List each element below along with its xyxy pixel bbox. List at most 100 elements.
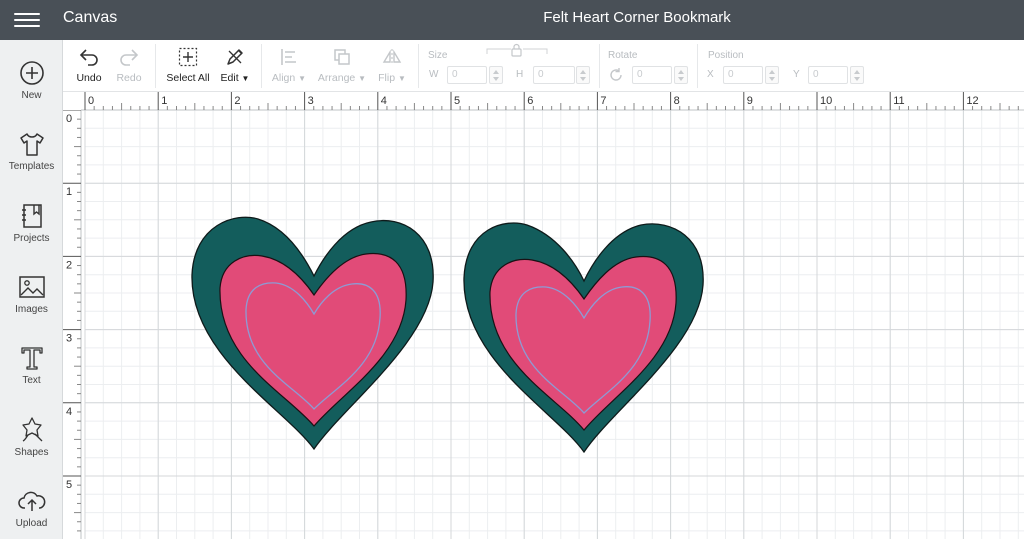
y-position-input[interactable]: 0 (808, 66, 848, 84)
sidebar-item-projects[interactable]: Projects (0, 201, 63, 261)
rotate-label: Rotate (608, 50, 638, 61)
notebook-icon (21, 204, 42, 228)
align-icon (281, 49, 296, 65)
sidebar-item-new[interactable]: New (0, 58, 63, 118)
text-icon (20, 347, 43, 370)
select-all-icon (178, 47, 198, 67)
design-canvas[interactable]: 0 1 2 3 4 5 6 7 8 9 10 11 12 0 1 2 3 4 5 (63, 92, 1024, 539)
image-icon (18, 276, 45, 298)
flip-label: Flip (378, 72, 396, 84)
x-label: X (707, 69, 714, 80)
redo-icon (120, 49, 139, 66)
redo-label: Redo (116, 72, 142, 84)
size-label: Size (428, 50, 448, 61)
ruler-label-8: 8 (674, 95, 680, 107)
undo-button[interactable]: Undo (75, 46, 103, 84)
sidebar-item-label: New (21, 90, 42, 101)
align-label: Align (271, 72, 296, 84)
rotate-input[interactable]: 0 (632, 66, 672, 84)
sidebar-item-shapes[interactable]: Shapes (0, 415, 63, 475)
sidebar-item-label: Upload (15, 518, 48, 529)
height-stepper[interactable] (576, 66, 590, 84)
ruler-label-12: 12 (966, 95, 978, 107)
sidebar-item-images[interactable]: Images (0, 272, 63, 332)
vertical-ruler (63, 92, 81, 539)
canvas-surface[interactable]: 0 1 2 3 4 5 6 7 8 9 10 11 12012345 (63, 92, 1024, 539)
align-dropdown[interactable]: Align ▼ (269, 46, 309, 84)
sidebar-item-label: Templates (8, 161, 55, 172)
redo-button[interactable]: Redo (115, 46, 143, 84)
ruler-label-1: 1 (66, 186, 72, 198)
rotate-stepper[interactable] (674, 66, 688, 84)
ruler-label-4: 4 (381, 95, 387, 107)
chevron-down-icon: ▼ (298, 74, 307, 83)
toolbar-divider (418, 44, 419, 88)
x-position-stepper[interactable] (765, 66, 779, 84)
lock-proportions-icon[interactable] (485, 42, 549, 58)
ruler-corner (63, 92, 81, 110)
arrange-label: Arrange (317, 72, 356, 84)
x-value: 0 (728, 69, 734, 80)
ruler-label-0: 0 (88, 95, 94, 107)
sidebar-item-label: Shapes (14, 447, 49, 458)
ruler-label-6: 6 (527, 95, 533, 107)
height-label: H (516, 69, 524, 80)
height-value: 0 (538, 69, 544, 80)
select-all-button[interactable]: Select All (165, 46, 211, 84)
sidebar-item-label: Projects (13, 233, 50, 244)
ruler-label-5: 5 (66, 479, 72, 491)
arrange-icon (334, 49, 350, 65)
ruler-label-7: 7 (600, 95, 606, 107)
rotate-value: 0 (637, 69, 643, 80)
y-position-stepper[interactable] (850, 66, 864, 84)
plus-circle-icon (19, 61, 44, 85)
toolbar-divider (599, 44, 600, 88)
ruler-label-9: 9 (747, 95, 753, 107)
x-position-input[interactable]: 0 (723, 66, 763, 84)
ruler-label-5: 5 (454, 95, 460, 107)
edit-toolbar: Undo Redo Select All Edit ▼ Align ▼ Arra… (63, 40, 1024, 92)
chevron-down-icon: ▼ (358, 74, 367, 83)
arrange-dropdown[interactable]: Arrange ▼ (316, 46, 368, 84)
width-input[interactable]: 0 (447, 66, 487, 84)
ruler-label-10: 10 (820, 95, 832, 107)
tshirt-icon (19, 133, 44, 156)
width-value: 0 (452, 69, 458, 80)
sidebar-item-templates[interactable]: Templates (0, 129, 63, 189)
sidebar-item-label: Text (22, 375, 41, 386)
rotate-icon (610, 68, 622, 81)
ruler-label-0: 0 (66, 113, 72, 125)
chevron-down-icon: ▼ (397, 74, 406, 83)
flip-icon (382, 49, 402, 65)
width-label: W (429, 69, 439, 80)
ruler-label-3: 3 (308, 95, 314, 107)
y-value: 0 (813, 69, 819, 80)
position-label: Position (708, 50, 744, 61)
ruler-label-4: 4 (66, 406, 72, 418)
ruler-label-2: 2 (66, 259, 72, 271)
undo-label: Undo (76, 72, 102, 84)
undo-icon (79, 49, 98, 66)
horizontal-ruler (63, 92, 1024, 110)
chevron-down-icon: ▼ (241, 74, 250, 83)
sidebar-item-label: Images (15, 304, 48, 315)
edit-label: Edit (220, 72, 239, 84)
top-bar: Canvas Felt Heart Corner Bookmark (0, 0, 1024, 40)
ruler-label-11: 11 (893, 95, 904, 107)
cloud-upload-icon (17, 491, 45, 511)
edit-dropdown[interactable]: Edit ▼ (218, 46, 252, 84)
sidebar-item-upload[interactable]: Upload (0, 486, 63, 539)
left-sidebar: New Templates Projects Images Text Shape… (0, 40, 63, 539)
ruler-label-3: 3 (66, 333, 72, 345)
height-input[interactable]: 0 (533, 66, 575, 84)
flip-dropdown[interactable]: Flip ▼ (375, 46, 409, 84)
width-stepper[interactable] (489, 66, 503, 84)
toolbar-divider (697, 44, 698, 88)
ruler-label-2: 2 (234, 95, 240, 107)
document-title: Felt Heart Corner Bookmark (543, 9, 731, 26)
toolbar-divider (155, 44, 156, 88)
pencil-ruler-icon (227, 49, 243, 65)
sidebar-item-text[interactable]: Text (0, 343, 63, 403)
shapes-icon (21, 417, 42, 442)
select-all-label: Select All (166, 72, 210, 84)
